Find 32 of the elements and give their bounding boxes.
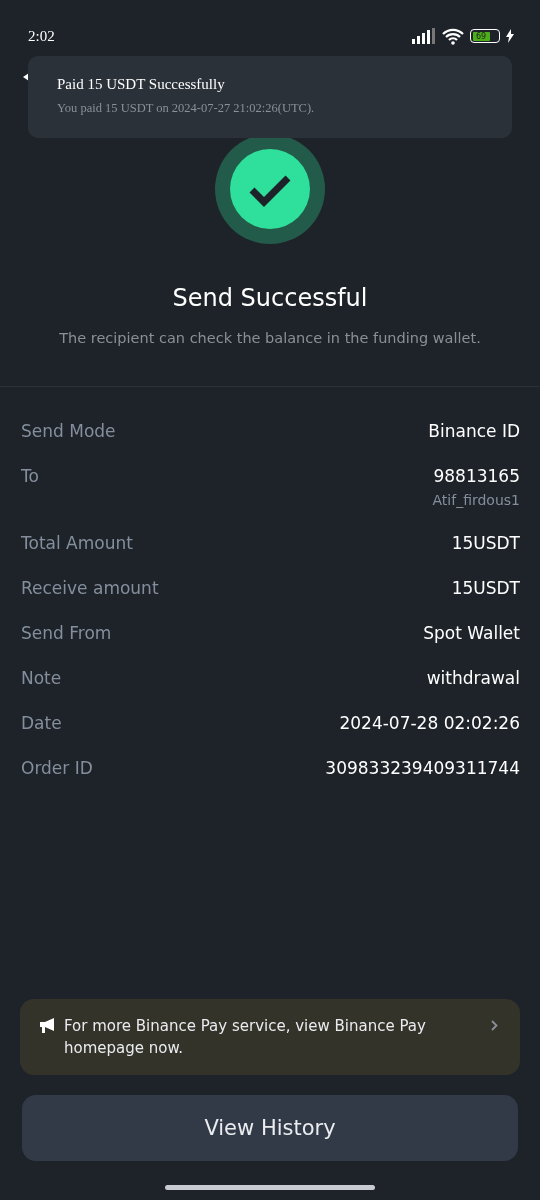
- signal-icon: [412, 28, 436, 44]
- clock-time: 2:02: [28, 27, 55, 45]
- detail-label: To: [21, 466, 39, 486]
- detail-value: 15USDT: [451, 578, 520, 598]
- detail-value: 98813165: [433, 466, 520, 486]
- detail-label: Send From: [21, 623, 112, 643]
- detail-value: Spot Wallet: [423, 623, 520, 643]
- result-subtitle: The recipient can check the balance in the funding wallet.: [59, 330, 481, 346]
- detail-subvalue: Atif_firdous1: [432, 492, 520, 508]
- result-title: Send Successful: [172, 284, 368, 312]
- toast-message: You paid 15 USDT on 2024-07-27 21:02:26(UTC).: [57, 101, 316, 116]
- detail-label: Send Mode: [21, 421, 116, 441]
- detail-value: Binance ID: [428, 421, 520, 441]
- view-history-button[interactable]: View History: [22, 1095, 518, 1161]
- detail-label: Date: [21, 713, 62, 733]
- detail-value: 15USDT: [451, 533, 520, 553]
- toast-title: Paid 15 USDT Successfully: [57, 76, 226, 93]
- chevron-right-icon: [491, 1020, 498, 1031]
- detail-value: 309833239409311744: [325, 758, 520, 778]
- detail-label: Order ID: [21, 758, 93, 778]
- megaphone-icon: [40, 1018, 56, 1033]
- detail-label: Total Amount: [21, 533, 133, 553]
- promo-banner[interactable]: For more Binance Pay service, view Binance Pay homepage now.: [20, 999, 520, 1075]
- charging-icon: [506, 29, 514, 43]
- detail-value: withdrawal: [426, 668, 520, 688]
- notification-toast[interactable]: Paid 15 USDT Successfully You paid 15 USDT on 2024-07-27 21:02:26(UTC).: [28, 56, 512, 138]
- banner-text: For more Binance Pay service, view Binance Pay homepage now.: [64, 1016, 427, 1059]
- battery-icon: 69: [470, 29, 500, 43]
- wifi-icon: [442, 27, 464, 45]
- detail-value: 2024-07-28 02:02:26: [339, 713, 520, 733]
- detail-label: Note: [21, 668, 62, 688]
- detail-label: Receive amount: [21, 578, 159, 598]
